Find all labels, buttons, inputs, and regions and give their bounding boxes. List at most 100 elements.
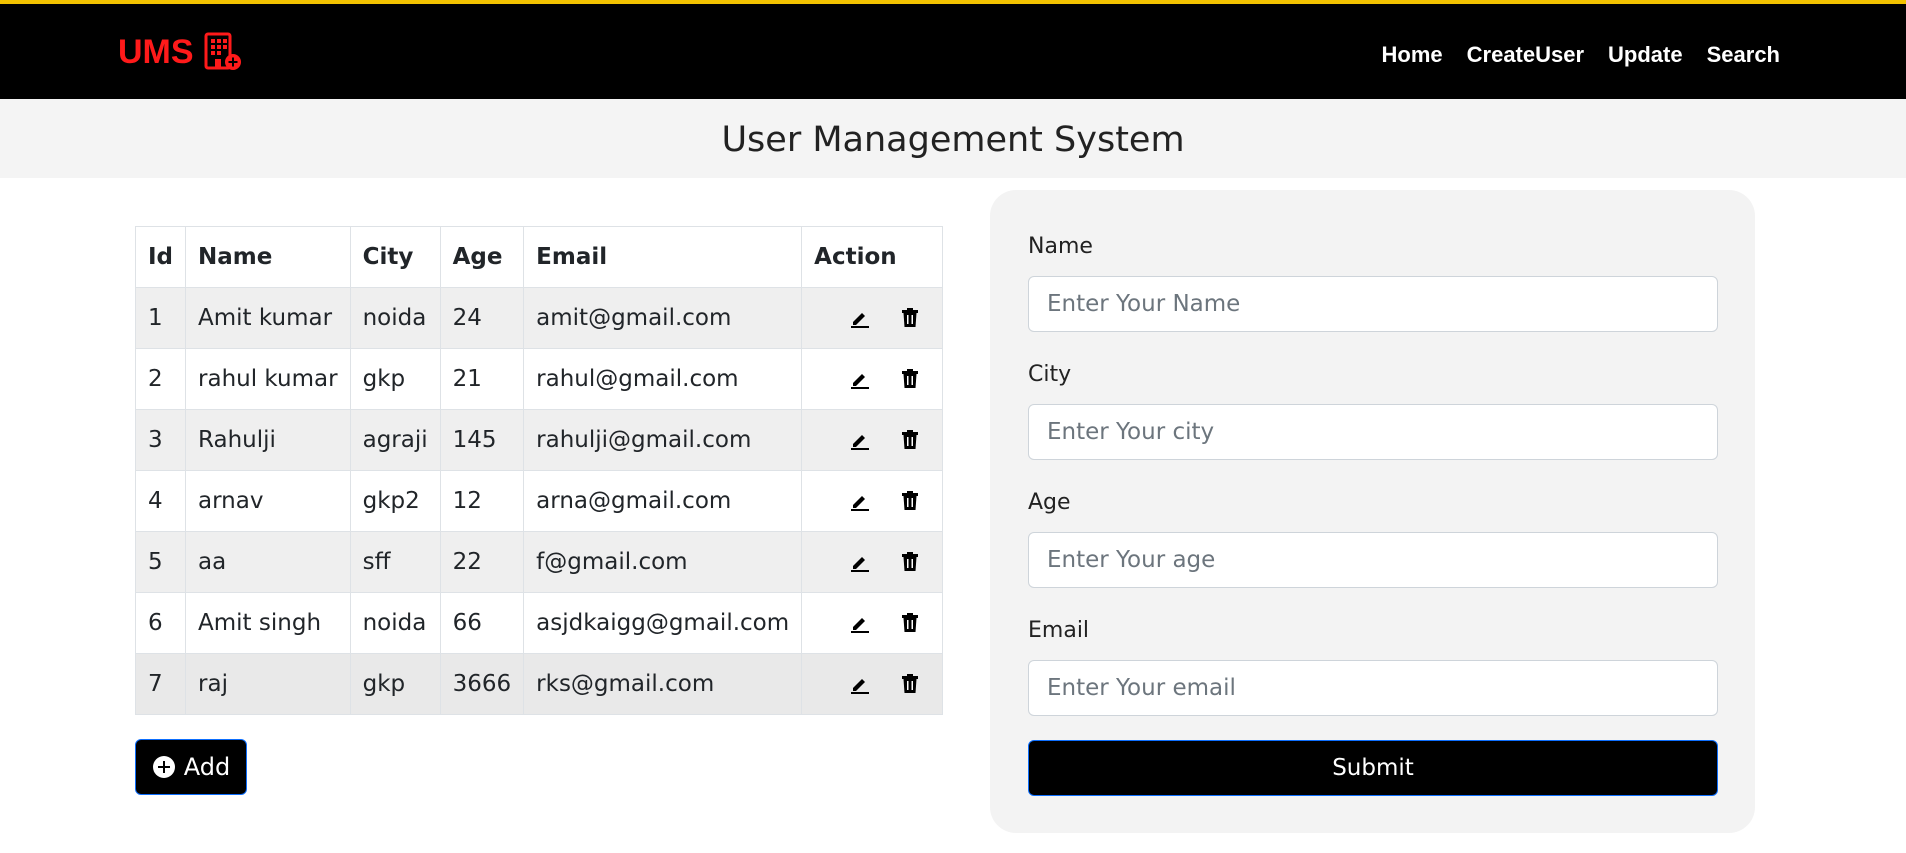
users-table: Id Name City Age Email Action 1 Amit kuma… bbox=[134, 226, 944, 715]
users-table-container: Id Name City Age Email Action 1 Amit kuma… bbox=[134, 226, 944, 715]
cell-action bbox=[801, 348, 944, 410]
cell-age: 66 bbox=[439, 592, 525, 654]
row-actions bbox=[814, 369, 930, 389]
edit-icon[interactable] bbox=[850, 552, 870, 572]
cell-id: 1 bbox=[134, 287, 187, 349]
cell-age: 21 bbox=[439, 348, 525, 410]
cell-email: amit@gmail.com bbox=[523, 287, 803, 349]
brand-logo[interactable]: UMS bbox=[118, 32, 242, 72]
column-header-action: Action bbox=[801, 226, 944, 288]
cell-city: gkp bbox=[349, 348, 441, 410]
age-label: Age bbox=[1028, 490, 1071, 515]
cell-name: Amit singh bbox=[185, 592, 351, 654]
cell-email: f@gmail.com bbox=[523, 531, 803, 593]
cell-action bbox=[801, 592, 944, 654]
edit-icon[interactable] bbox=[850, 369, 870, 389]
nav-create-user[interactable]: CreateUser bbox=[1467, 42, 1584, 68]
table-row: 2 rahul kumar gkp 21 rahul@gmail.com bbox=[134, 348, 944, 410]
edit-icon[interactable] bbox=[850, 674, 870, 694]
delete-icon[interactable] bbox=[902, 369, 919, 389]
delete-icon[interactable] bbox=[902, 308, 919, 328]
cell-city: agraji bbox=[349, 409, 441, 471]
cell-email: rahul@gmail.com bbox=[523, 348, 803, 410]
delete-icon[interactable] bbox=[902, 430, 919, 450]
cell-name: rahul kumar bbox=[185, 348, 351, 410]
nav-update[interactable]: Update bbox=[1608, 42, 1683, 68]
delete-icon[interactable] bbox=[902, 491, 919, 511]
nav-search[interactable]: Search bbox=[1707, 42, 1780, 68]
column-header-email: Email bbox=[523, 226, 803, 288]
cell-age: 3666 bbox=[439, 653, 525, 715]
city-input[interactable] bbox=[1028, 404, 1718, 460]
page-title: User Management System bbox=[721, 120, 1185, 160]
cell-id: 7 bbox=[134, 653, 187, 715]
city-label: City bbox=[1028, 362, 1072, 387]
cell-action bbox=[801, 470, 944, 532]
cell-name: Amit kumar bbox=[185, 287, 351, 349]
cell-id: 2 bbox=[134, 348, 187, 410]
table-row: 1 Amit kumar noida 24 amit@gmail.com bbox=[134, 287, 944, 349]
brand-text: UMS bbox=[118, 32, 194, 71]
main-nav: Home CreateUser Update Search bbox=[1382, 42, 1780, 68]
cell-action bbox=[801, 531, 944, 593]
submit-button[interactable]: Submit bbox=[1028, 740, 1718, 796]
delete-icon[interactable] bbox=[902, 552, 919, 572]
delete-icon[interactable] bbox=[902, 674, 919, 694]
row-actions bbox=[814, 308, 930, 328]
cell-id: 5 bbox=[134, 531, 187, 593]
cell-city: noida bbox=[349, 287, 441, 349]
add-button[interactable]: Add bbox=[135, 739, 247, 795]
cell-name: arnav bbox=[185, 470, 351, 532]
edit-icon[interactable] bbox=[850, 430, 870, 450]
cell-city: gkp bbox=[349, 653, 441, 715]
row-actions bbox=[814, 491, 930, 511]
cell-action bbox=[801, 653, 944, 715]
cell-id: 4 bbox=[134, 470, 187, 532]
cell-name: Rahulji bbox=[185, 409, 351, 471]
delete-icon[interactable] bbox=[902, 613, 919, 633]
email-input[interactable] bbox=[1028, 660, 1718, 716]
row-actions bbox=[814, 552, 930, 572]
table-row: 5 aa sff 22 f@gmail.com bbox=[134, 531, 944, 593]
column-header-name: Name bbox=[185, 226, 351, 288]
age-input[interactable] bbox=[1028, 532, 1718, 588]
row-actions bbox=[814, 430, 930, 450]
cell-city: noida bbox=[349, 592, 441, 654]
edit-icon[interactable] bbox=[850, 613, 870, 633]
table-row: 6 Amit singh noida 66 asjdkaigg@gmail.com bbox=[134, 592, 944, 654]
cell-action bbox=[801, 409, 944, 471]
cell-age: 24 bbox=[439, 287, 525, 349]
cell-age: 22 bbox=[439, 531, 525, 593]
row-actions bbox=[814, 613, 930, 633]
edit-icon[interactable] bbox=[850, 308, 870, 328]
cell-id: 3 bbox=[134, 409, 187, 471]
table-header-row: Id Name City Age Email Action bbox=[134, 226, 944, 288]
row-actions bbox=[814, 674, 930, 694]
table-row: 4 arnav gkp2 12 arna@gmail.com bbox=[134, 470, 944, 532]
plus-circle-icon bbox=[152, 756, 175, 778]
cell-name: aa bbox=[185, 531, 351, 593]
cell-age: 12 bbox=[439, 470, 525, 532]
column-header-id: Id bbox=[134, 226, 187, 288]
cell-city: sff bbox=[349, 531, 441, 593]
table-row: 3 Rahulji agraji 145 rahulji@gmail.com bbox=[134, 409, 944, 471]
cell-name: raj bbox=[185, 653, 351, 715]
building-plus-icon bbox=[204, 32, 241, 70]
table-row: 7 raj gkp 3666 rks@gmail.com bbox=[134, 653, 944, 715]
cell-action bbox=[801, 287, 944, 349]
user-form: Name City Age Email Submit bbox=[990, 190, 1755, 833]
edit-icon[interactable] bbox=[850, 491, 870, 511]
name-input[interactable] bbox=[1028, 276, 1718, 332]
cell-age: 145 bbox=[439, 409, 525, 471]
navbar: UMS Home CreateUser Update Search bbox=[0, 0, 1906, 99]
title-bar: User Management System bbox=[0, 99, 1906, 178]
cell-email: asjdkaigg@gmail.com bbox=[523, 592, 803, 654]
cell-email: rks@gmail.com bbox=[523, 653, 803, 715]
cell-email: arna@gmail.com bbox=[523, 470, 803, 532]
add-button-label: Add bbox=[183, 753, 231, 781]
nav-home[interactable]: Home bbox=[1382, 42, 1443, 68]
cell-id: 6 bbox=[134, 592, 187, 654]
name-label: Name bbox=[1028, 234, 1093, 259]
cell-email: rahulji@gmail.com bbox=[523, 409, 803, 471]
column-header-age: Age bbox=[439, 226, 525, 288]
